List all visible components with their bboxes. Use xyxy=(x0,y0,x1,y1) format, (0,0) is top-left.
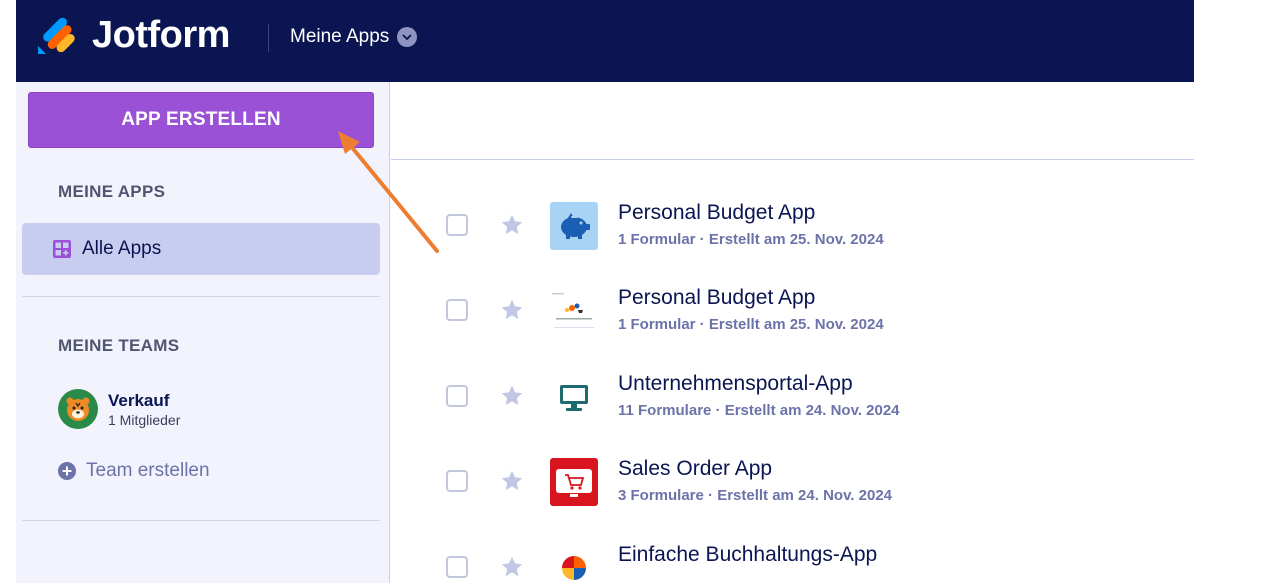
app-meta: 1 Formular · Erstellt am 25. Nov. 2024 xyxy=(618,231,884,248)
select-checkbox[interactable] xyxy=(446,299,468,321)
app-row[interactable]: Sales Order App 3 Formulare · Erstellt a… xyxy=(391,440,1194,526)
app-title[interactable]: Personal Budget App xyxy=(618,201,815,225)
select-checkbox[interactable] xyxy=(446,556,468,578)
select-checkbox[interactable] xyxy=(446,470,468,492)
top-header: Jotform Meine Apps xyxy=(16,0,1194,82)
app-thumbnail-icon[interactable] xyxy=(550,287,598,335)
sidebar-item-all-apps[interactable]: Alle Apps xyxy=(22,223,380,275)
star-icon[interactable] xyxy=(499,554,525,580)
app-title[interactable]: Einfache Buchhaltungs-App xyxy=(618,543,877,567)
star-icon[interactable] xyxy=(499,383,525,409)
tiger-icon xyxy=(58,389,98,429)
piggy-bank-icon[interactable] xyxy=(550,202,598,250)
jotform-logo-icon[interactable] xyxy=(36,16,76,56)
my-teams-section-title: MEINE TEAMS xyxy=(58,336,180,355)
my-apps-dropdown[interactable]: Meine Apps xyxy=(290,26,418,48)
grid-plus-icon xyxy=(53,240,71,258)
select-checkbox[interactable] xyxy=(446,385,468,407)
app-row[interactable]: Unternehmensportal-App 11 Formulare · Er… xyxy=(391,355,1194,441)
star-icon[interactable] xyxy=(499,212,525,238)
create-team-button[interactable]: Team erstellen xyxy=(58,460,210,482)
sidebar-divider xyxy=(22,520,380,521)
select-checkbox[interactable] xyxy=(446,214,468,236)
create-app-button[interactable]: APP ERSTELLEN xyxy=(28,92,374,148)
brand-name: Jotform xyxy=(92,14,230,56)
list-toolbar xyxy=(391,82,1194,160)
app-meta: 3 Formulare · Erstellt am 24. Nov. 2024 xyxy=(618,487,893,504)
team-members: 1 Mitglieder xyxy=(108,411,181,428)
header-divider xyxy=(268,24,269,52)
plus-circle-icon xyxy=(58,462,76,480)
app-list-panel: Personal Budget App 1 Formular · Erstell… xyxy=(391,82,1194,583)
app-window: Jotform Meine Apps APP ERSTELLEN MEINE A… xyxy=(16,0,1194,583)
app-meta: 11 Formulare · Erstellt am 24. Nov. 2024 xyxy=(618,402,900,419)
sidebar: APP ERSTELLEN MEINE APPS Alle Apps MEINE… xyxy=(16,82,390,583)
app-row[interactable]: Einfache Buchhaltungs-App xyxy=(391,526,1194,583)
my-apps-section-title: MEINE APPS xyxy=(58,182,166,201)
app-meta: 1 Formular · Erstellt am 25. Nov. 2024 xyxy=(618,316,884,333)
star-icon[interactable] xyxy=(499,468,525,494)
pie-chart-icon[interactable] xyxy=(550,544,598,583)
app-title[interactable]: Personal Budget App xyxy=(618,286,815,310)
star-icon[interactable] xyxy=(499,297,525,323)
monitor-icon[interactable] xyxy=(550,373,598,421)
team-item-verkauf[interactable]: Verkauf 1 Mitglieder xyxy=(58,389,180,429)
shopping-cart-icon[interactable] xyxy=(550,458,598,506)
sidebar-divider xyxy=(22,296,380,297)
app-title[interactable]: Unternehmensportal-App xyxy=(618,372,853,396)
create-team-label: Team erstellen xyxy=(86,460,210,481)
team-info: Verkauf 1 Mitglieder xyxy=(108,391,180,428)
app-title[interactable]: Sales Order App xyxy=(618,457,772,481)
chevron-down-icon xyxy=(397,27,418,47)
my-apps-dropdown-label: Meine Apps xyxy=(290,26,390,47)
app-row[interactable]: Personal Budget App 1 Formular · Erstell… xyxy=(391,184,1194,270)
app-row[interactable]: Personal Budget App 1 Formular · Erstell… xyxy=(391,269,1194,355)
team-name: Verkauf xyxy=(108,390,170,410)
sidebar-item-label: Alle Apps xyxy=(82,238,162,259)
